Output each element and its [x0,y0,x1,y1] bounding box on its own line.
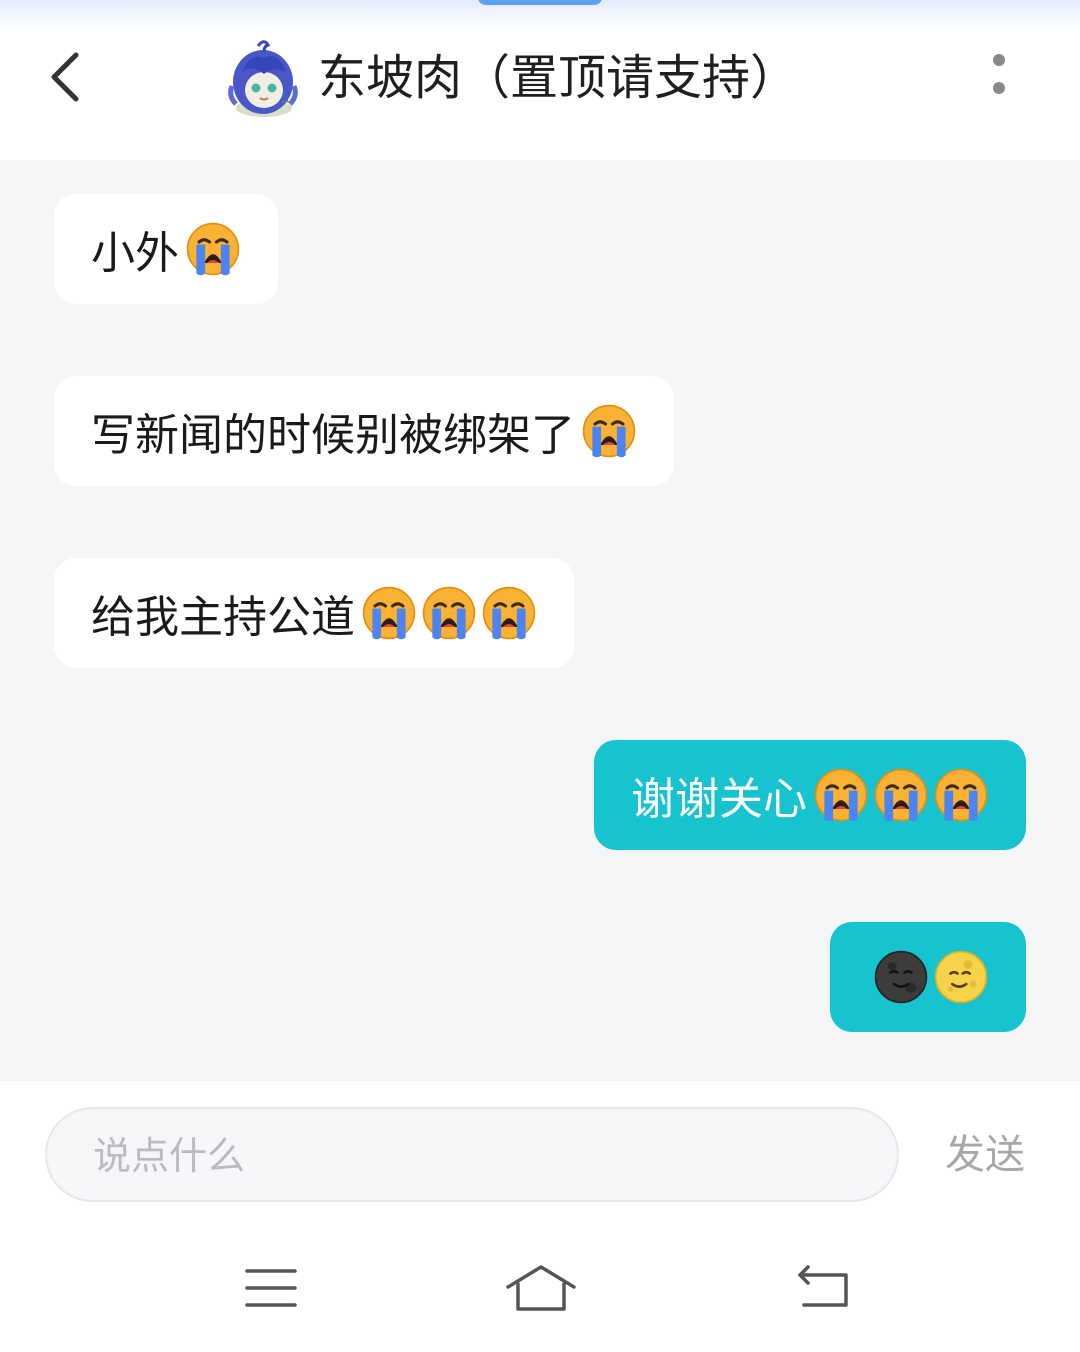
message-emojis [809,767,989,823]
crying-face-icon [361,585,417,641]
avatar[interactable] [224,36,302,118]
more-vertical-icon [993,54,1005,94]
message-bubble-incoming[interactable]: 小外 [54,194,278,304]
crying-face-icon [581,403,637,459]
new-moon-face-icon [873,949,929,1005]
chat-title: 东坡肉（置顶请支持） [318,50,799,106]
crying-face-icon [813,767,869,823]
message-emojis [181,221,241,277]
message-bubble-outgoing[interactable] [830,922,1026,1032]
chat-messages[interactable]: 小外 写新闻的时候别被绑架了 给我主持公道 谢谢关心 [0,160,1080,1081]
message-text: 写新闻的时候别被绑架了 [91,410,575,461]
message-bubble-outgoing[interactable]: 谢谢关心 [594,740,1026,850]
crying-face-icon [933,767,989,823]
first-quarter-moon-face-icon [933,949,989,1005]
chevron-left-icon [51,52,79,102]
home-button[interactable] [503,1261,579,1317]
crying-face-icon [421,585,477,641]
more-button[interactable] [978,48,1020,104]
menu-icon [245,1269,297,1307]
back-icon [798,1265,848,1307]
crying-face-icon [481,585,537,641]
send-button[interactable]: 发送 [945,1127,1025,1183]
message-emojis [869,949,989,1005]
chat-header: 东坡肉（置顶请支持） [0,0,1080,160]
message-text: 谢谢关心 [631,774,807,825]
message-bubble-incoming[interactable]: 写新闻的时候别被绑架了 [54,376,674,486]
crying-face-icon [873,767,929,823]
back-button[interactable] [40,45,100,109]
system-navigation-bar [0,1231,1080,1352]
composer-bar: 发送 [0,1081,1080,1231]
message-emojis [577,403,637,459]
message-bubble-incoming[interactable]: 给我主持公道 [54,558,574,668]
back-nav-button[interactable] [794,1263,854,1315]
home-icon [506,1265,576,1311]
message-text: 给我主持公道 [91,592,355,643]
message-input-container[interactable] [45,1107,899,1202]
message-input[interactable] [91,1109,855,1202]
message-emojis [357,585,537,641]
message-text: 小外 [91,228,179,279]
crying-face-icon [185,221,241,277]
menu-button[interactable] [240,1265,302,1315]
